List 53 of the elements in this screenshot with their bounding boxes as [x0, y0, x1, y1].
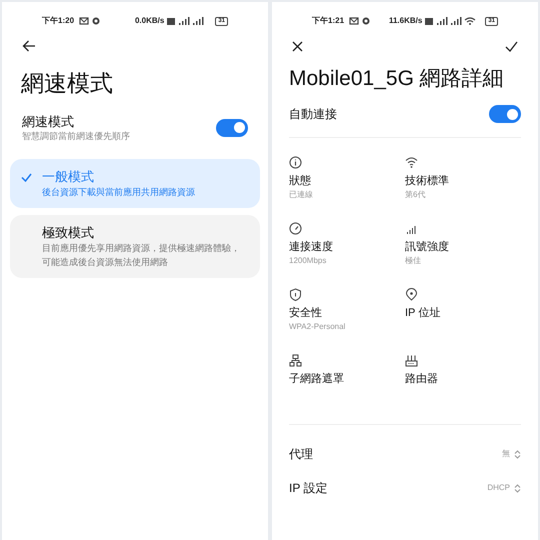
mode-option[interactable]: 極致模式 目前應用優先享用網路資源，提供極速網路體驗，可能造成後台資源無法使用網路	[10, 215, 260, 278]
updown-icon	[514, 484, 521, 492]
mode-option[interactable]: 一般模式 後台資源下載與當前應用共用網路資源	[10, 159, 260, 208]
network-icon	[289, 354, 302, 367]
setting-row[interactable]: 代理 無	[289, 445, 521, 463]
detail-label: 狀態	[289, 174, 312, 189]
setting-label: 網速模式	[22, 113, 75, 130]
row-label: 代理	[289, 446, 314, 463]
shield-icon	[289, 288, 302, 301]
info-icon	[289, 156, 302, 169]
detail-label: 技術標準	[405, 174, 450, 189]
detail-value: 第6代	[405, 189, 426, 201]
detail-label: 路由器	[405, 372, 439, 387]
detail-label: IP 位址	[405, 306, 442, 321]
notification-icon	[92, 17, 100, 25]
mode-description: 目前應用優先享用網路資源，提供極速網路體驗，可能造成後台資源無法使用網路	[42, 242, 241, 269]
mode-title: 極致模式	[42, 224, 95, 241]
setting-description: 智慧調節當前網速優先順序	[22, 130, 131, 142]
network-speed: 0.0KB/s	[134, 15, 164, 27]
status-time: 下午1:21	[312, 15, 344, 27]
auto-connect-label: 自動連接	[289, 106, 338, 123]
detail-value: 極佳	[405, 255, 422, 267]
row-value: DHCP	[487, 482, 510, 494]
toggle-switch[interactable]	[489, 105, 521, 123]
detail-label: 子網路遮罩	[289, 372, 345, 387]
detail-value: WPA2-Personal	[289, 321, 346, 333]
back-icon[interactable]	[22, 40, 36, 52]
row-label: IP 設定	[289, 480, 328, 497]
detail-label: 安全性	[289, 306, 323, 321]
confirm-icon[interactable]	[505, 41, 518, 52]
detail-label: 訊號強度	[405, 240, 450, 255]
location-pin-icon	[405, 288, 418, 301]
notification-icon	[362, 17, 370, 25]
detail-label: 連接速度	[289, 240, 334, 255]
gauge-icon	[289, 222, 302, 235]
mode-description: 後台資源下載與當前應用共用網路資源	[42, 186, 195, 199]
wifi-icon	[405, 156, 418, 169]
mail-icon	[349, 17, 360, 25]
router-icon	[405, 354, 418, 367]
mode-title: 一般模式	[42, 168, 95, 185]
toggle-switch[interactable]	[216, 118, 248, 136]
row-value: 無	[502, 448, 510, 460]
detail-value: 1200Mbps	[289, 255, 328, 267]
page-title: 網速模式	[21, 69, 114, 98]
close-icon[interactable]	[292, 41, 303, 52]
mail-icon	[79, 17, 90, 25]
setting-row[interactable]: IP 設定 DHCP	[289, 479, 521, 497]
network-speed: 11.6KB/s	[388, 15, 422, 27]
status-time: 下午1:20	[42, 15, 74, 27]
detail-value: 已連線	[289, 189, 314, 201]
page-title: Mobile01_5G 網路詳細	[289, 66, 505, 92]
updown-icon	[514, 450, 521, 458]
check-icon	[20, 173, 32, 182]
